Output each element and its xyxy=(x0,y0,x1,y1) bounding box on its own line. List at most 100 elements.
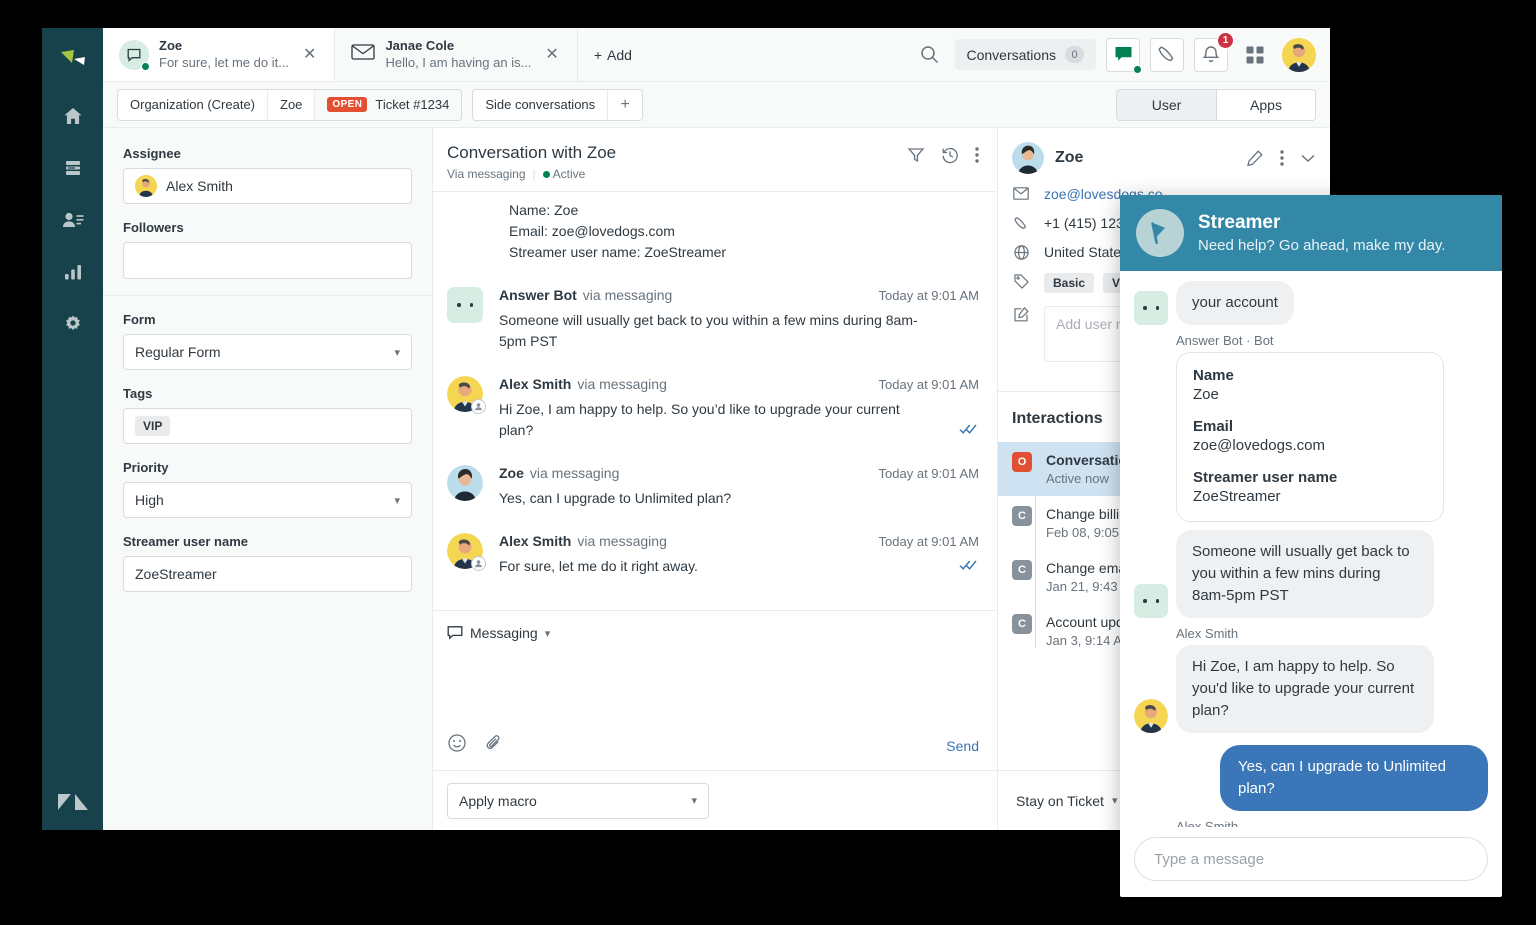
form-label: Form xyxy=(123,312,412,327)
status-badge: OPEN xyxy=(327,97,367,112)
card-key: Streamer user name xyxy=(1193,469,1427,486)
more-icon[interactable] xyxy=(1280,149,1284,167)
tab-apps[interactable]: Apps xyxy=(1216,90,1315,120)
notifications-button[interactable]: 1 xyxy=(1194,38,1228,72)
chat-icon xyxy=(1114,46,1133,63)
card-value: ZoeStreamer xyxy=(1193,488,1427,505)
tab-janae-cole[interactable]: Janae Cole Hello, I am having an is... ✕ xyxy=(335,28,577,81)
sidebar-item-home[interactable] xyxy=(51,94,95,138)
agent-avatar xyxy=(447,533,483,569)
chevron-down-icon: ▾ xyxy=(394,346,400,359)
widget-message-sender: Alex Smith xyxy=(1176,819,1488,827)
streamer-user-name-input[interactable]: ZoeStreamer xyxy=(123,556,412,592)
widget-subtitle: Need help? Go ahead, make my day. xyxy=(1198,235,1445,256)
card-value: zoe@lovedogs.com xyxy=(1193,437,1427,454)
tab-title: Janae Cole xyxy=(385,38,531,54)
sidebar-item-customers[interactable] xyxy=(51,198,95,242)
tab-title: Zoe xyxy=(159,38,289,54)
form-value: Regular Form xyxy=(135,344,221,360)
side-conversations-tab[interactable]: Side conversations xyxy=(473,90,608,120)
card-field: Streamer user name ZoeStreamer xyxy=(1193,469,1427,505)
close-icon[interactable]: ✕ xyxy=(541,43,562,67)
stay-on-ticket-label: Stay on Ticket xyxy=(1016,793,1104,809)
widget-message-agent: Hi Zoe, I am happy to help. So you'd lik… xyxy=(1134,645,1488,733)
close-icon[interactable]: ✕ xyxy=(299,43,320,67)
chat-icon xyxy=(447,625,463,641)
followers-input[interactable] xyxy=(123,242,412,279)
tab-user[interactable]: User xyxy=(1117,90,1216,120)
emoji-icon[interactable] xyxy=(447,733,467,758)
message-author: Answer Bot xyxy=(499,287,577,303)
user-avatar[interactable] xyxy=(1282,38,1316,72)
tags-input[interactable]: VIP xyxy=(123,408,412,444)
sidebar-item-reporting[interactable] xyxy=(51,250,95,294)
message-item: Alex Smith via messaging Today at 9:01 A… xyxy=(447,352,979,441)
system-line: Email: zoe@lovedogs.com xyxy=(509,221,979,242)
sidebar-item-settings[interactable] xyxy=(51,302,95,346)
tags-label: Tags xyxy=(123,386,412,401)
phone-icon xyxy=(1012,215,1030,231)
priority-select[interactable]: High ▾ xyxy=(123,482,412,518)
message-item: Answer Bot via messaging Today at 9:01 A… xyxy=(447,263,979,352)
stay-on-ticket-button[interactable]: Stay on Ticket ▾ xyxy=(998,793,1135,809)
filter-icon[interactable] xyxy=(907,146,925,164)
widget-message-text: Hi Zoe, I am happy to help. So you'd lik… xyxy=(1176,645,1434,733)
form-select[interactable]: Regular Form ▾ xyxy=(123,334,412,370)
conversations-label: Conversations xyxy=(967,47,1057,63)
conversations-pill[interactable]: Conversations 0 xyxy=(955,39,1097,70)
message-timestamp: Today at 9:01 AM xyxy=(879,377,979,392)
send-button[interactable]: Send xyxy=(946,738,979,754)
search-icon[interactable] xyxy=(915,40,945,70)
chat-status-button[interactable] xyxy=(1106,38,1140,72)
pencil-icon[interactable] xyxy=(1246,149,1264,167)
ticket-footer: Apply macro ▾ xyxy=(433,770,997,830)
more-icon[interactable] xyxy=(975,146,979,164)
call-button[interactable] xyxy=(1150,38,1184,72)
message-list[interactable]: Name: Zoe Email: zoe@lovedogs.com Stream… xyxy=(433,192,997,610)
message-channel: via messaging xyxy=(530,465,620,481)
avatar xyxy=(135,175,157,197)
assignee-input[interactable]: Alex Smith xyxy=(123,168,412,204)
breadcrumb-ticket[interactable]: OPEN Ticket #1234 xyxy=(315,90,461,120)
widget-message-sender: Alex Smith xyxy=(1176,626,1488,641)
apps-grid-button[interactable] xyxy=(1238,38,1272,72)
bot-avatar xyxy=(1134,584,1168,618)
widget-title: Streamer xyxy=(1198,211,1445,234)
breadcrumb-user[interactable]: Zoe xyxy=(268,90,315,120)
tab-zoe[interactable]: Zoe For sure, let me do it... ✕ xyxy=(103,28,335,81)
tab-bar: Zoe For sure, let me do it... ✕ Janae Co… xyxy=(103,28,1330,82)
message-text: Yes, can I upgrade to Unlimited plan? xyxy=(499,488,929,509)
widget-message-text: Yes, can I upgrade to Unlimited plan? xyxy=(1220,745,1488,811)
bot-avatar xyxy=(1134,291,1168,325)
tag-icon xyxy=(1012,273,1030,289)
tag-chip[interactable]: VIP xyxy=(135,416,170,436)
widget-message-bot: your account xyxy=(1134,281,1488,325)
widget-header: Streamer Need help? Go ahead, make my da… xyxy=(1120,195,1502,271)
apply-macro-select[interactable]: Apply macro ▾ xyxy=(447,783,709,819)
breadcrumb-bar: Organization (Create) Zoe OPEN Ticket #1… xyxy=(103,82,1330,128)
customer-tag[interactable]: Basic xyxy=(1044,273,1094,293)
widget-message-list[interactable]: your account Answer Bot · Bot Name Zoe E… xyxy=(1120,271,1502,827)
global-nav-rail xyxy=(42,28,103,830)
channel-selector[interactable]: Messaging ▾ xyxy=(447,625,979,641)
history-icon[interactable] xyxy=(941,146,959,164)
paperclip-icon[interactable] xyxy=(485,733,503,758)
chevron-down-icon[interactable] xyxy=(1300,152,1316,164)
grid-icon xyxy=(1245,45,1265,65)
field-tags: Tags VIP xyxy=(123,386,412,444)
widget-message-input[interactable]: Type a message xyxy=(1134,837,1488,881)
field-assignee: Assignee Alex Smith xyxy=(123,146,412,204)
assignee-label: Assignee xyxy=(123,146,412,161)
breadcrumb-organization[interactable]: Organization (Create) xyxy=(118,90,268,120)
add-side-conversation-button[interactable]: + xyxy=(608,90,642,120)
screenshot-stage: Zoe For sure, let me do it... ✕ Janae Co… xyxy=(0,0,1536,925)
message-timestamp: Today at 9:01 AM xyxy=(879,466,979,481)
widget-message-sender: Answer Bot · Bot xyxy=(1176,333,1488,348)
message-channel: via messaging xyxy=(577,533,667,549)
panel-toggle: User Apps xyxy=(1116,89,1316,121)
sidebar-item-views[interactable] xyxy=(51,146,95,190)
chevron-down-icon: ▾ xyxy=(394,494,400,507)
add-tab-button[interactable]: + Add xyxy=(578,28,648,81)
divider xyxy=(103,295,432,296)
customer-name: Zoe xyxy=(1055,149,1083,167)
